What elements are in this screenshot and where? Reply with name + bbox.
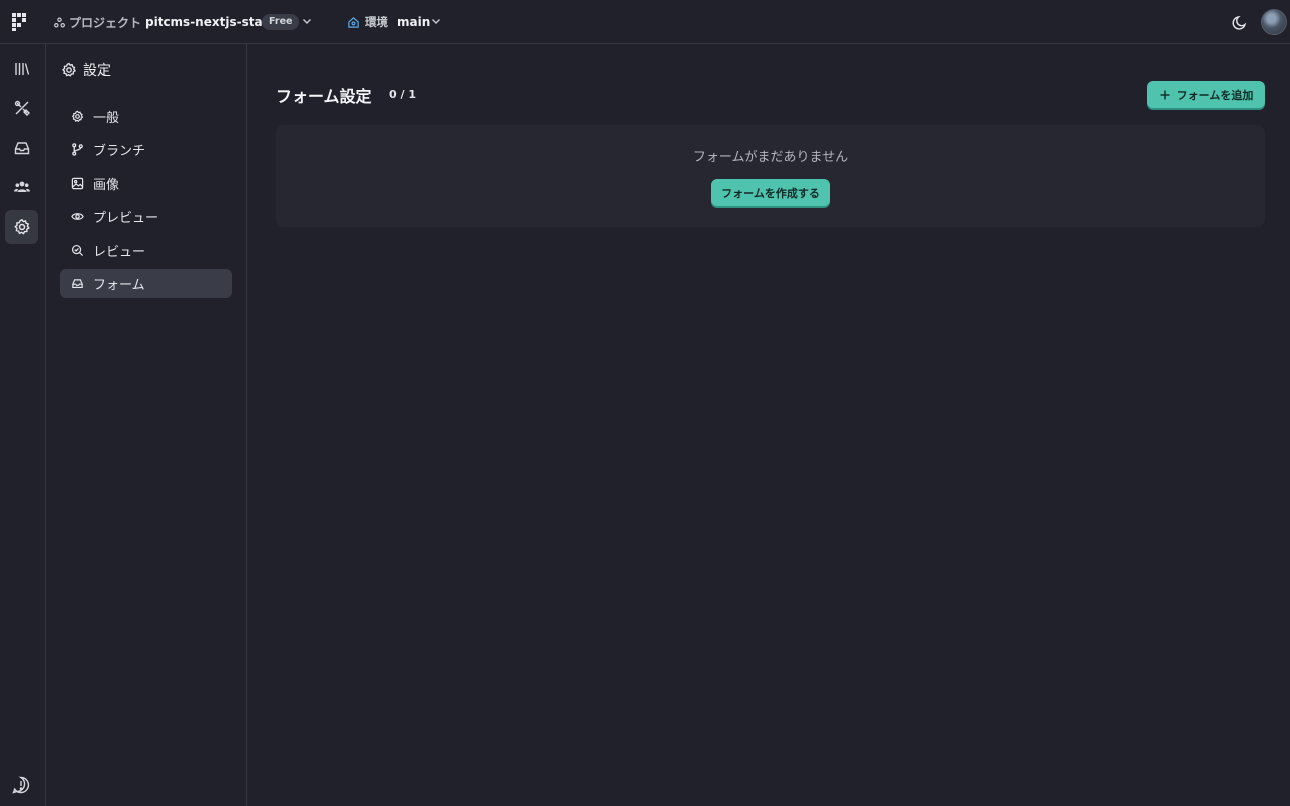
sidebar-item-general[interactable]: 一般 — [60, 102, 232, 131]
review-icon — [71, 244, 84, 257]
settings-icon — [13, 218, 30, 235]
page-title: フォーム設定 — [276, 87, 372, 106]
gear-icon — [62, 62, 77, 77]
rail-inbox-button[interactable] — [5, 131, 38, 165]
rail-design-button[interactable] — [5, 91, 38, 125]
add-form-button[interactable]: フォームを追加 — [1147, 81, 1265, 108]
environment-icon — [348, 16, 359, 28]
library-icon — [14, 63, 29, 75]
sidebar-item-image[interactable]: 画像 — [60, 169, 232, 198]
eye-icon — [71, 213, 84, 220]
chevron-down-icon[interactable] — [300, 14, 314, 28]
image-icon — [71, 177, 84, 190]
gear-icon — [71, 110, 84, 122]
sidebar-item-label: プレビュー — [93, 211, 159, 226]
form-count: 0 / 1 — [389, 88, 416, 101]
sidebar-item-preview[interactable]: プレビュー — [60, 202, 232, 231]
settings-title: 設定 — [61, 60, 111, 80]
inbox-icon — [14, 142, 29, 155]
dark-mode-moon-icon[interactable] — [1231, 13, 1249, 31]
design-tools-icon — [14, 100, 30, 116]
top-bar: プロジェクト pitcms-nextjs-starter Free 環境 mai… — [0, 0, 1290, 44]
create-form-button[interactable]: フォームを作成する — [711, 179, 830, 206]
plan-badge: Free — [262, 14, 300, 30]
sidebar-item-branch[interactable]: ブランチ — [60, 135, 232, 164]
sidebar-item-form[interactable]: フォーム — [60, 269, 232, 298]
branch-icon — [72, 143, 83, 156]
user-avatar[interactable] — [1261, 9, 1287, 35]
project-selector[interactable]: プロジェクト — [54, 0, 141, 44]
add-form-button-label: フォームを追加 — [1176, 89, 1254, 102]
icon-rail — [0, 44, 46, 806]
empty-state-message: フォームがまだありません — [692, 150, 849, 165]
app-logo-icon[interactable] — [11, 12, 29, 32]
project-icon — [54, 17, 65, 27]
sidebar-item-label: 画像 — [93, 178, 120, 193]
inbox-icon — [72, 279, 83, 289]
project-label: プロジェクト — [69, 15, 142, 30]
help-alert-icon[interactable] — [11, 775, 31, 795]
sidebar-item-label: ブランチ — [93, 144, 146, 159]
rail-settings-button[interactable] — [5, 210, 38, 244]
sidebar-item-label: 一般 — [93, 111, 120, 126]
environment-name[interactable]: main — [397, 0, 430, 44]
settings-title-text: 設定 — [83, 63, 111, 79]
sidebar-item-label: レビュー — [93, 245, 146, 260]
plus-icon — [1160, 90, 1170, 99]
sidebar-item-review[interactable]: レビュー — [60, 236, 232, 265]
environment-selector[interactable]: 環境 — [347, 0, 388, 44]
empty-state-card: フォームがまだありません フォームを作成する — [276, 125, 1265, 227]
users-icon — [13, 181, 30, 192]
environment-label: 環境 — [365, 15, 388, 29]
rail-library-button[interactable] — [5, 52, 38, 86]
rail-users-button[interactable] — [5, 170, 38, 204]
settings-sidebar: 設定 一般 ブランチ 画像 プレビュー レビュー フォーム — [46, 44, 247, 806]
sidebar-item-label: フォーム — [93, 278, 145, 293]
chevron-down-icon[interactable] — [429, 14, 443, 28]
